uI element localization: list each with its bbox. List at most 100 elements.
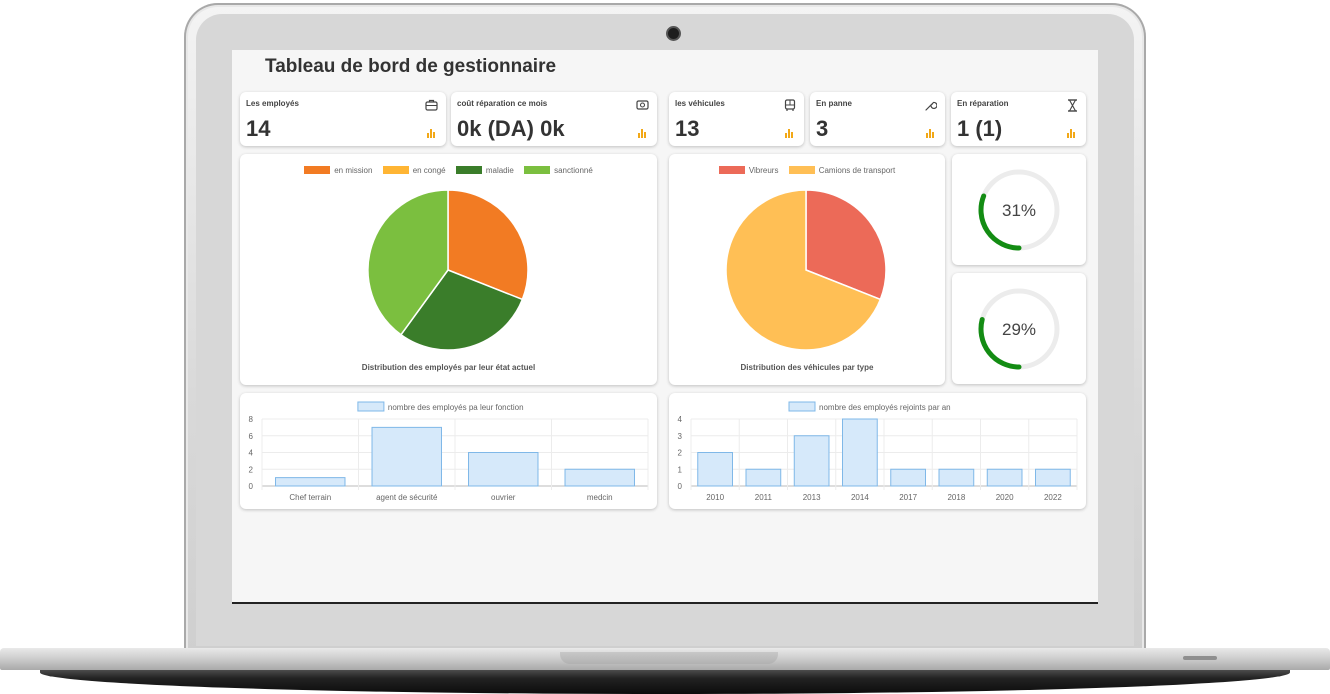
stat-label: coût réparation ce mois [457, 99, 548, 108]
bar-chart-icon [1067, 129, 1076, 138]
legend-item[interactable]: Vibreurs [718, 166, 779, 175]
legend-swatch [788, 401, 816, 412]
employee-status-pie [367, 189, 529, 351]
legend-swatch [304, 166, 331, 174]
bar-chart-icon [427, 129, 436, 138]
x-tick-label: 2017 [899, 493, 917, 502]
x-tick-label: medcin [587, 493, 613, 502]
bus-icon [784, 99, 796, 114]
stat-label: En panne [816, 99, 853, 108]
laptop-shadow [40, 668, 1290, 694]
bar[interactable] [938, 468, 975, 487]
x-tick-label: Chef terrain [289, 493, 331, 502]
bar[interactable] [745, 468, 782, 487]
legend-swatch [455, 166, 482, 174]
y-tick-label: 0 [249, 482, 254, 491]
stat-value: 0k (DA) 0k [457, 116, 565, 141]
laptop-base-slot [1183, 656, 1217, 660]
stat-card-employees[interactable]: Les employés 14 [240, 92, 446, 146]
x-tick-label: 2010 [706, 493, 724, 502]
x-tick-label: 2020 [996, 493, 1014, 502]
bar[interactable] [1035, 468, 1071, 487]
y-tick-label: 3 [678, 432, 683, 441]
stat-card-broken-down[interactable]: En panne 3 [810, 92, 945, 146]
legend-item[interactable]: maladie [455, 166, 514, 175]
stat-label: En réparation [957, 99, 1009, 108]
legend-item[interactable]: sanctionné [524, 166, 593, 175]
legend-label: en congé [412, 166, 446, 175]
legend-label: Vibreurs [748, 166, 779, 175]
bar-chart-icon [638, 129, 647, 138]
y-tick-label: 4 [678, 415, 683, 424]
legend-item[interactable]: Camions de transport [788, 166, 896, 175]
x-tick-label: 2014 [851, 493, 869, 502]
screen-bottom-edge [232, 602, 1098, 604]
pie-legend: en mission en congé maladie sanctionné [240, 166, 657, 175]
progress-gauge: 31% [978, 169, 1060, 251]
legend-label[interactable]: nombre des employés pa leur fonction [388, 403, 524, 412]
x-tick-label: agent de sécurité [376, 493, 438, 502]
employees-by-function-bar-card: nombre des employés pa leur fonction 0 2 4 6… [240, 393, 657, 509]
legend-swatch [382, 166, 409, 174]
y-tick-label: 6 [249, 432, 254, 441]
bar[interactable] [371, 426, 442, 487]
bar[interactable] [793, 435, 830, 487]
y-tick-label: 4 [249, 449, 254, 458]
y-tick-label: 1 [678, 465, 683, 474]
employee-status-pie-card: en mission en congé maladie sanctionné D… [240, 154, 657, 385]
stat-card-repair-cost[interactable]: coût réparation ce mois 0k (DA) 0k [451, 92, 657, 146]
x-tick-label: ouvrier [491, 493, 516, 502]
legend-swatch [524, 166, 551, 174]
legend-label: Camions de transport [818, 166, 896, 175]
employees-joined-per-year-bar-card: nombre des employés rejoints par an 0 1 2 3 4… [669, 393, 1086, 509]
gauge-card-2: 29% [952, 273, 1086, 384]
x-tick-label: 2011 [755, 493, 773, 502]
chart-title: Distribution des véhicules par type [740, 363, 874, 372]
legend-item[interactable]: en mission [304, 166, 372, 175]
money-icon [636, 99, 649, 113]
stat-value: 1 (1) [957, 116, 1003, 141]
progress-gauge: 29% [978, 288, 1060, 370]
briefcase-icon [425, 99, 438, 113]
legend-label[interactable]: nombre des employés rejoints par an [819, 403, 951, 412]
legend-label: sanctionné [554, 166, 593, 175]
y-tick-label: 8 [249, 415, 254, 424]
bar[interactable] [468, 452, 539, 487]
employees-by-function-bar-chart: nombre des employés pa leur fonction 0 2 4 6… [249, 401, 649, 502]
page-title: Tableau de bord de gestionnaire [265, 56, 557, 77]
x-tick-label: 2022 [1044, 493, 1062, 502]
hourglass-icon [1067, 99, 1078, 114]
chart-title: Distribution des employés par leur état … [361, 363, 536, 372]
dashboard-screen: Tableau de bord de gestionnaire Les empl… [232, 50, 1098, 603]
employees-joined-per-year-bar-chart: nombre des employés rejoints par an 0 1 2 3 4… [678, 401, 1078, 502]
x-tick-label: 2013 [803, 493, 821, 502]
bar[interactable] [564, 468, 635, 487]
bar-chart-icon [926, 129, 935, 138]
camera-icon [668, 28, 679, 39]
bar[interactable] [890, 468, 926, 487]
x-tick-label: 2018 [947, 493, 965, 502]
legend-item[interactable]: en congé [382, 166, 446, 175]
gauge-card-1: 31% [952, 154, 1086, 265]
stat-label: Les employés [246, 99, 299, 108]
vehicle-type-pie-card: Vibreurs Camions de transport Distributi… [669, 154, 945, 385]
bar[interactable] [697, 452, 733, 487]
stat-card-vehicles[interactable]: les véhicules 13 [669, 92, 804, 146]
legend-swatch [718, 166, 745, 174]
stat-label: les véhicules [675, 99, 725, 108]
legend-swatch [357, 401, 385, 412]
bar-chart-icon [785, 129, 794, 138]
bar[interactable] [842, 418, 878, 487]
y-tick-label: 0 [678, 482, 683, 491]
vehicle-type-pie [725, 189, 887, 351]
bar[interactable] [986, 468, 1023, 487]
bar[interactable] [275, 477, 346, 487]
stat-value: 13 [675, 116, 700, 141]
stat-card-in-repair[interactable]: En réparation 1 (1) [951, 92, 1086, 146]
legend-label: en mission [334, 166, 373, 175]
y-tick-label: 2 [678, 449, 683, 458]
gauge-label: 31% [1002, 201, 1036, 220]
wrench-icon [924, 99, 938, 114]
stat-value: 14 [246, 116, 271, 141]
stat-value: 3 [816, 116, 829, 141]
